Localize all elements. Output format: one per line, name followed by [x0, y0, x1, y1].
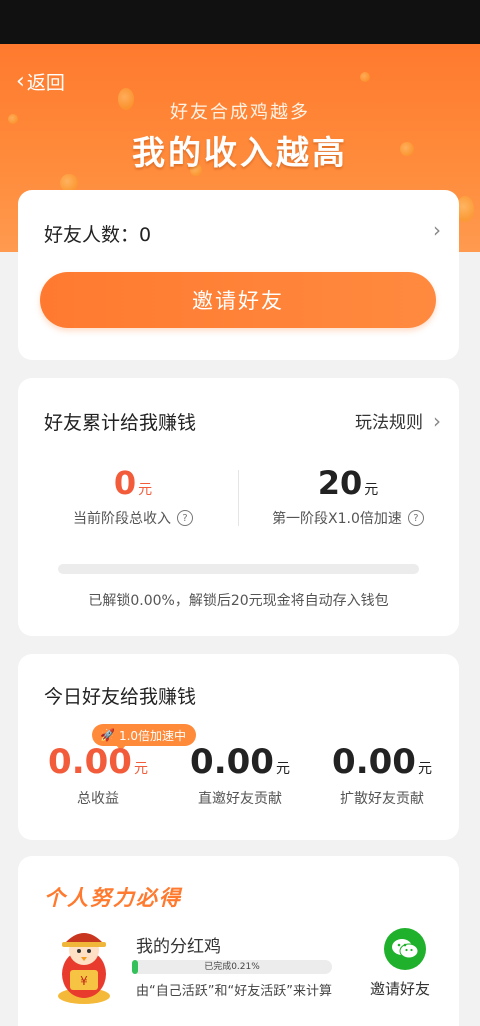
status-bar	[0, 0, 480, 44]
friends-count[interactable]: 好友人数：0	[44, 220, 151, 247]
direct-invite-unit: 元	[275, 761, 290, 777]
cumulative-earnings-title: 好友累计给我赚钱	[44, 412, 197, 434]
unlock-progress-bar	[58, 564, 419, 574]
direct-invite-label: 直邀好友贡献	[198, 791, 282, 807]
hero-title: 我的收入越高	[132, 133, 348, 172]
chevron-right-icon: ›	[433, 408, 441, 433]
wechat-share-button[interactable]	[384, 928, 426, 970]
today-earnings-title: 今日好友给我赚钱	[44, 686, 197, 708]
calculation-note: 由“自己活跃”和“好友活跃”来计算	[136, 984, 332, 999]
dividend-chicken-icon: ¥	[58, 933, 110, 1004]
unlock-text: 已解锁0.00%，解锁后20元现金将自动存入钱包	[88, 593, 389, 609]
my-chicken-title: 我的分红鸡	[136, 937, 221, 957]
direct-invite-value: 0.00	[190, 742, 274, 782]
chicken-progress-text: 已完成0.21%	[204, 962, 260, 972]
rocket-icon: 🚀	[100, 728, 115, 742]
wechat-icon	[392, 939, 419, 959]
total-income-label: 总收益	[77, 791, 119, 807]
rules-link[interactable]: 玩法规则 ›	[355, 408, 441, 434]
back-label: 返回	[26, 72, 65, 94]
chicken-progress-bar: 已完成0.21%	[132, 960, 332, 974]
stage-stat: 20 元 第一阶段X1.0倍加速?	[248, 464, 448, 528]
stage-value: 20	[317, 464, 363, 502]
total-income-value: 0.00	[48, 742, 132, 782]
stage-label: 第一阶段X1.0倍加速	[272, 511, 402, 527]
current-income-label: 当前阶段总收入	[73, 511, 171, 527]
help-icon[interactable]: ?	[177, 510, 193, 526]
total-income-unit: 元	[133, 761, 148, 777]
hero-subtitle: 好友合成鸡越多	[170, 102, 310, 123]
chevron-left-icon: ‹	[16, 68, 25, 94]
svg-text:¥: ¥	[80, 974, 88, 988]
personal-effort-title: 个人努力必得	[44, 886, 182, 910]
spread-invite-value: 0.00	[332, 742, 416, 782]
friends-card: 好友人数：0 › 邀请好友	[18, 190, 459, 360]
current-income-unit: 元	[138, 482, 153, 498]
help-icon[interactable]: ?	[407, 510, 424, 526]
direct-invite-stat: 0.00 元 直邀好友贡献	[170, 742, 310, 808]
rules-label: 玩法规则	[355, 413, 423, 433]
spread-invite-stat: 0.00 元 扩散好友贡献	[312, 742, 452, 808]
chevron-right-icon[interactable]: ›	[433, 218, 441, 242]
current-income-stat: 0元 当前阶段总收入?	[38, 464, 228, 528]
spread-invite-label: 扩散好友贡献	[340, 791, 424, 807]
back-button[interactable]: ‹ 返回	[16, 68, 65, 95]
share-label[interactable]: 邀请好友	[370, 978, 430, 999]
divider	[238, 470, 239, 526]
invite-friends-button[interactable]: 邀请好友	[40, 272, 436, 328]
today-earnings-card: 今日好友给我赚钱 🚀 1.0倍加速中 0.00 元 总收益 0.00 元 直邀好友贡…	[18, 654, 459, 840]
total-income-stat: 0.00 元 总收益	[28, 742, 168, 808]
stage-unit: 元	[364, 482, 379, 498]
cumulative-earnings-card: 好友累计给我赚钱 玩法规则 › 0元 当前阶段总收入? 20 元 第一阶段X1.0…	[18, 378, 459, 636]
personal-effort-card: 个人努力必得 ¥ 我的分红鸡 已完成0.21% 由“自己活跃”和“好友活跃”来计…	[18, 856, 459, 1026]
current-income-value: 0	[113, 464, 137, 502]
spread-invite-unit: 元	[417, 761, 432, 777]
boost-badge-label: 1.0倍加速中	[118, 728, 187, 743]
